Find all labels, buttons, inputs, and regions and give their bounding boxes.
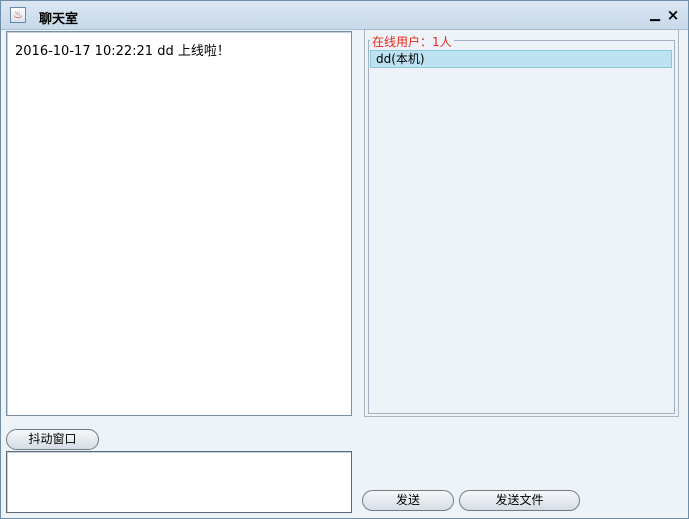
- message-input[interactable]: [6, 451, 352, 513]
- send-button[interactable]: 发送: [362, 490, 454, 511]
- online-user-list[interactable]: dd(本机): [369, 49, 672, 417]
- window-title: 聊天室: [39, 12, 79, 27]
- chat-message-area[interactable]: 2016-10-17 10:22:21 dd 上线啦！: [6, 31, 352, 416]
- online-users-label: 在线用户：1人: [370, 33, 454, 50]
- user-list-item[interactable]: dd(本机): [370, 50, 672, 68]
- chat-window: ♨ 聊天室 ▁ × 2016-10-17 10:22:21 dd 上线啦！ 在线…: [0, 0, 689, 519]
- shake-window-button[interactable]: 抖动窗口: [6, 429, 99, 450]
- chat-message: 2016-10-17 10:22:21 dd 上线啦！: [15, 44, 230, 59]
- close-button[interactable]: ×: [665, 7, 681, 23]
- java-cup-icon: ♨: [10, 7, 26, 23]
- minimize-button[interactable]: ▁: [647, 7, 663, 23]
- online-users-panel: 在线用户：1人 dd(本机): [364, 29, 679, 417]
- send-file-button[interactable]: 发送文件: [459, 490, 580, 511]
- title-bar[interactable]: ♨ 聊天室 ▁ ×: [1, 1, 688, 30]
